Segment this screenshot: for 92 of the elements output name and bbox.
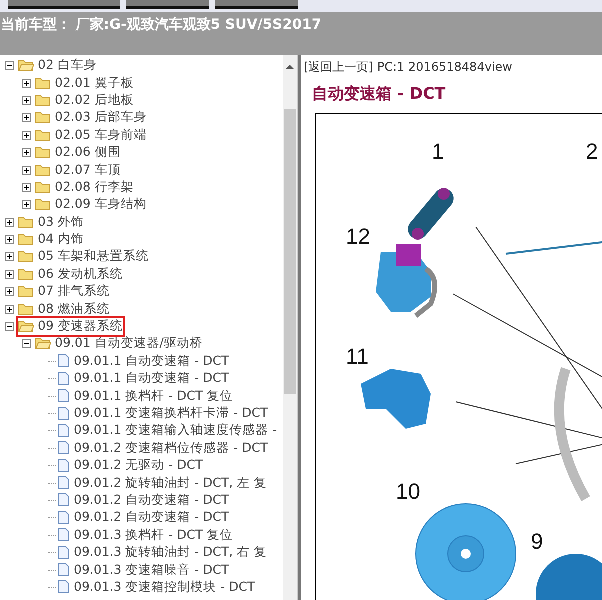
tree-item[interactable]: 09.01.2 旋转轴油封 - DCT, 左 复 [74, 474, 268, 492]
document-icon [58, 424, 70, 438]
folder-icon [35, 76, 51, 90]
document-icon [58, 528, 70, 542]
tree-item[interactable]: 03 外饰 [38, 214, 84, 231]
expand-icon[interactable] [22, 166, 31, 175]
folder-icon [18, 233, 34, 246]
expand-icon[interactable] [22, 130, 31, 140]
folder-icon [18, 216, 34, 229]
page-info: PC:1 2016518484view [377, 60, 512, 74]
expand-icon[interactable] [22, 113, 31, 122]
folder-icon [35, 164, 51, 177]
document-icon [58, 546, 70, 560]
tree-item[interactable]: 06 发动机系统 [38, 266, 123, 283]
document-icon [58, 493, 70, 508]
tree-item[interactable]: 02.01 翼子板 [55, 74, 134, 92]
folder-icon [18, 250, 34, 264]
collapse-icon[interactable] [5, 61, 14, 70]
toolbar-button[interactable] [215, 0, 298, 9]
callout-number: 10 [396, 479, 420, 504]
tree-item[interactable]: 02 白车身 [38, 57, 97, 74]
folder-icon [35, 94, 51, 107]
document-icon [58, 372, 70, 386]
expand-icon[interactable] [5, 218, 14, 227]
open-folder-icon [35, 337, 51, 350]
expand-icon[interactable] [22, 78, 31, 88]
tree-item[interactable]: 02.09 车身结构 [55, 196, 147, 214]
expand-icon[interactable] [22, 182, 31, 192]
expand-icon[interactable] [22, 96, 31, 105]
document-icon [58, 510, 70, 525]
folder-icon [18, 285, 34, 298]
tree-item[interactable]: 09.01.3 变速箱噪音 - DCT [74, 562, 230, 579]
folder-icon [35, 128, 51, 142]
document-icon [58, 389, 70, 404]
tree-item[interactable]: 02.02 后地板 [55, 92, 134, 109]
folder-icon [35, 111, 51, 124]
folder-icon [18, 268, 34, 281]
document-icon [58, 441, 70, 456]
callout-number: 9 [531, 529, 544, 554]
expand-icon[interactable] [5, 235, 14, 244]
expand-icon[interactable] [5, 304, 14, 314]
toolbar-button[interactable] [8, 0, 120, 9]
toolbar-button[interactable] [126, 0, 209, 9]
tree-item[interactable]: 09.01.1 自动变速箱 - DCT [74, 352, 230, 370]
tree-item[interactable]: 08 燃油系统 [38, 300, 110, 318]
tree-item[interactable]: 09.01.2 无驱动 - DCT [74, 457, 204, 474]
callout-number: 1 [432, 139, 444, 164]
tree-item[interactable]: 09.01.2 自动变速箱 - DCT [74, 492, 230, 509]
document-icon [58, 458, 70, 473]
tree-item[interactable]: 02.06 侧围 [55, 144, 121, 162]
tree-item[interactable]: 09.01.2 自动变速箱 - DCT [74, 509, 230, 526]
callout-number: 12 [346, 224, 370, 249]
tree-item[interactable]: 02.08 行李架 [55, 178, 134, 196]
expand-icon[interactable] [22, 148, 31, 158]
tree-item[interactable]: 09.01 自动变速器/驱动桥 [55, 335, 203, 352]
car-model-label: 当前车型： 厂家:G-观致汽车观致5 SUV/5S2017 [0, 12, 602, 55]
folder-icon [35, 198, 51, 212]
folder-icon [35, 146, 51, 160]
tree-item[interactable]: 04 内饰 [38, 231, 84, 248]
expand-icon[interactable] [5, 287, 14, 296]
open-folder-icon [18, 320, 34, 334]
expand-icon[interactable] [5, 252, 14, 262]
tree-item[interactable]: 09.01.1 自动变速箱 - DCT [74, 370, 230, 388]
document-icon [58, 406, 70, 420]
tree-item[interactable]: 09.01.1 换档杆 - DCT 复位 [74, 388, 234, 405]
tree-item[interactable]: 09.01.3 旋转轴油封 - DCT, 右 复 [74, 544, 268, 562]
collapse-icon[interactable] [5, 322, 14, 332]
tree-item[interactable]: 09.01.3 换档杆 - DCT 复位 [74, 526, 234, 544]
collapse-icon[interactable] [22, 339, 31, 348]
document-icon [58, 476, 70, 490]
document-icon [58, 354, 70, 368]
expand-icon[interactable] [5, 270, 14, 279]
expand-icon[interactable] [22, 200, 31, 210]
tree-item[interactable]: 02.03 后部车身 [55, 109, 147, 126]
tree-item[interactable]: 09.01.1 变速箱输入轴速度传感器 - [74, 422, 278, 440]
scrollbar[interactable] [283, 55, 297, 600]
folder-icon [35, 180, 51, 194]
back-link[interactable]: [返回上一页] [304, 60, 374, 74]
tree-item[interactable]: 09.01.1 变速箱换档杆卡滞 - DCT [74, 405, 268, 422]
tree-item[interactable]: 09.01.3 变速箱控制模块 - DCT [74, 578, 256, 596]
callout-number: 2 [586, 139, 598, 164]
tree-item[interactable]: 05 车架和悬置系统 [38, 248, 149, 266]
document-icon [58, 580, 70, 594]
tree-item[interactable]: 07 排气系统 [38, 283, 110, 300]
callout-number: 11 [346, 344, 369, 369]
tree-item[interactable]: 02.07 车顶 [55, 162, 121, 179]
page-title: 自动变速箱 - DCT [312, 84, 447, 105]
folder-icon [18, 302, 34, 316]
tree-item[interactable]: 02.05 车身前端 [55, 126, 147, 144]
tree-item[interactable]: 09.01.2 变速箱档位传感器 - DCT [74, 440, 268, 457]
open-folder-icon [18, 59, 34, 72]
document-icon [58, 563, 70, 578]
